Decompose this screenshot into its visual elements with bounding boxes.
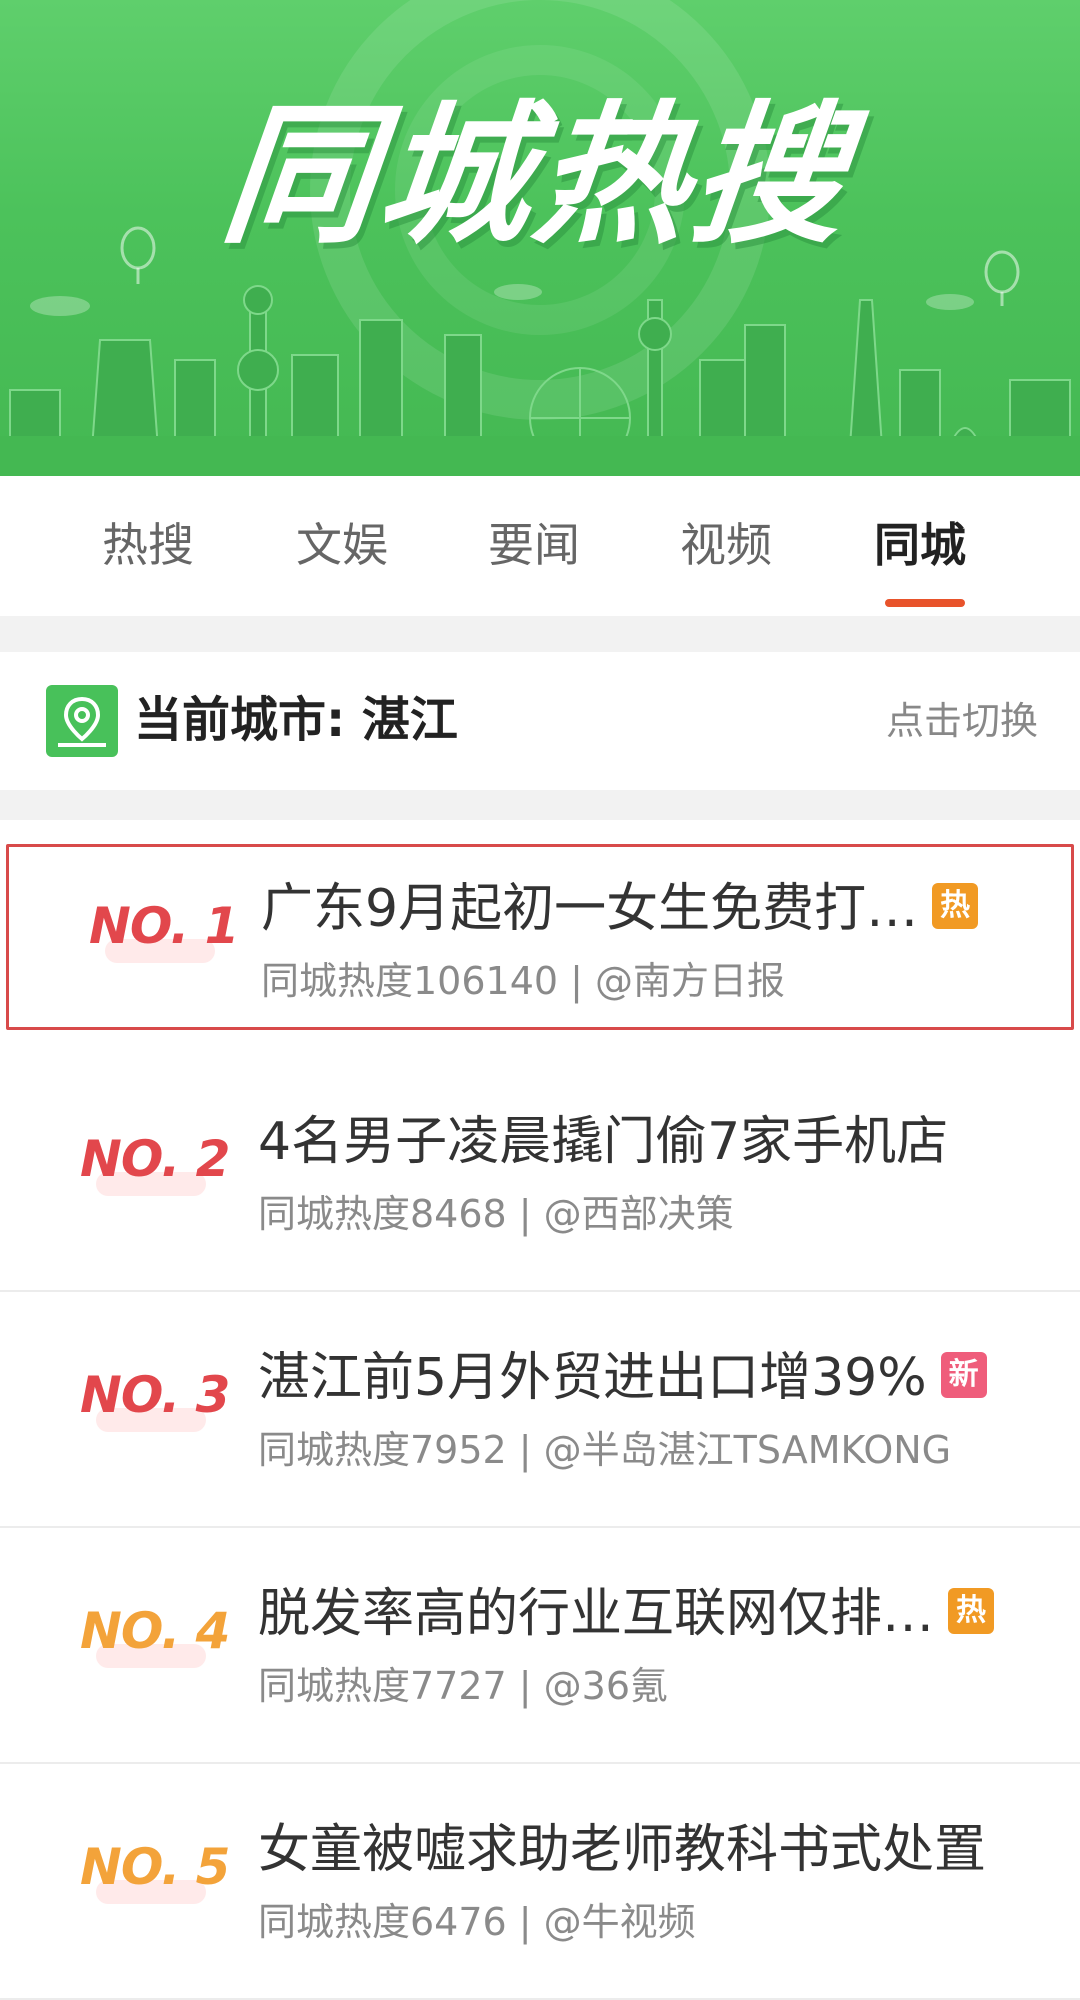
item-title[interactable]: 4名男子凌晨撬门偷7家手机店 <box>258 1113 948 1171</box>
rank-text: NO. 1 <box>89 897 239 955</box>
rank-label: NO. 5 <box>80 1842 230 1914</box>
item-heat-and-source: 同城热度6476 | @牛视频 <box>258 1900 696 1944</box>
item-heat-and-source: 同城热度7952 | @半岛湛江TSAMKONG <box>258 1428 952 1472</box>
hot-badge: 热 <box>948 1588 995 1634</box>
tab-news[interactable]: 要闻 <box>488 522 580 568</box>
item-title[interactable]: 湛江前5月外贸进出口增39% <box>258 1349 927 1407</box>
active-tab-indicator <box>885 599 965 607</box>
item-heat-and-source: 同城热度7727 | @36氪 <box>258 1664 669 1708</box>
rank-label: NO. 4 <box>80 1606 230 1678</box>
rank-text: NO. 3 <box>80 1366 230 1424</box>
rank-label: NO. 3 <box>80 1370 230 1442</box>
list-item[interactable]: NO. 2 4名男子凌晨撬门偷7家手机店同城热度8468 | @西部决策 <box>0 1056 1080 1292</box>
list-item[interactable]: NO. 5 女童被嘘求助老师教科书式处置同城热度6476 | @牛视频 <box>0 1764 1080 2000</box>
section-divider <box>0 616 1080 652</box>
current-city-label: 当前城市: 湛江 <box>134 692 458 748</box>
item-title[interactable]: 女童被嘘求助老师教科书式处置 <box>258 1821 986 1879</box>
current-city-bar: 当前城市: 湛江 点击切换 <box>0 652 1080 790</box>
list-item[interactable]: NO. 1 广东9月起初一女生免费打… 同城热度106140 | @南方日报 热 <box>6 844 1074 1030</box>
item-title[interactable]: 脱发率高的行业互联网仅排… <box>258 1585 934 1643</box>
item-title[interactable]: 广东9月起初一女生免费打… <box>261 880 918 938</box>
new-badge: 新 <box>940 1352 987 1398</box>
list-item[interactable]: NO. 4 脱发率高的行业互联网仅排… 同城热度7727 | @36氪 热 <box>0 1528 1080 1764</box>
rank-label: NO. 1 <box>89 901 239 973</box>
category-tabs: 热搜 文娱 要闻 视频 同城 <box>0 476 1080 616</box>
switch-city-button[interactable]: 点击切换 <box>886 702 1038 740</box>
banner: 同城热搜 <box>0 0 1080 476</box>
banner-title: 同城热搜 <box>214 87 858 264</box>
hot-badge: 热 <box>932 883 979 929</box>
tab-entertainment[interactable]: 文娱 <box>296 522 388 568</box>
rank-text: NO. 2 <box>80 1130 230 1188</box>
tab-video[interactable]: 视频 <box>680 522 772 568</box>
tab-local[interactable]: 同城 <box>874 522 966 568</box>
section-divider <box>0 790 1080 820</box>
item-heat-and-source: 同城热度8468 | @西部决策 <box>258 1192 734 1236</box>
tab-hot-search[interactable]: 热搜 <box>102 522 194 568</box>
item-heat-and-source: 同城热度106140 | @南方日报 <box>261 959 786 1003</box>
rank-text: NO. 4 <box>80 1602 230 1660</box>
list-item[interactable]: NO. 3 湛江前5月外贸进出口增39% 同城热度7952 | @半岛湛江TSAMK… <box>0 1292 1080 1528</box>
rank-text: NO. 5 <box>80 1838 230 1896</box>
rank-label: NO. 2 <box>80 1134 230 1206</box>
map-location-icon <box>46 685 118 757</box>
